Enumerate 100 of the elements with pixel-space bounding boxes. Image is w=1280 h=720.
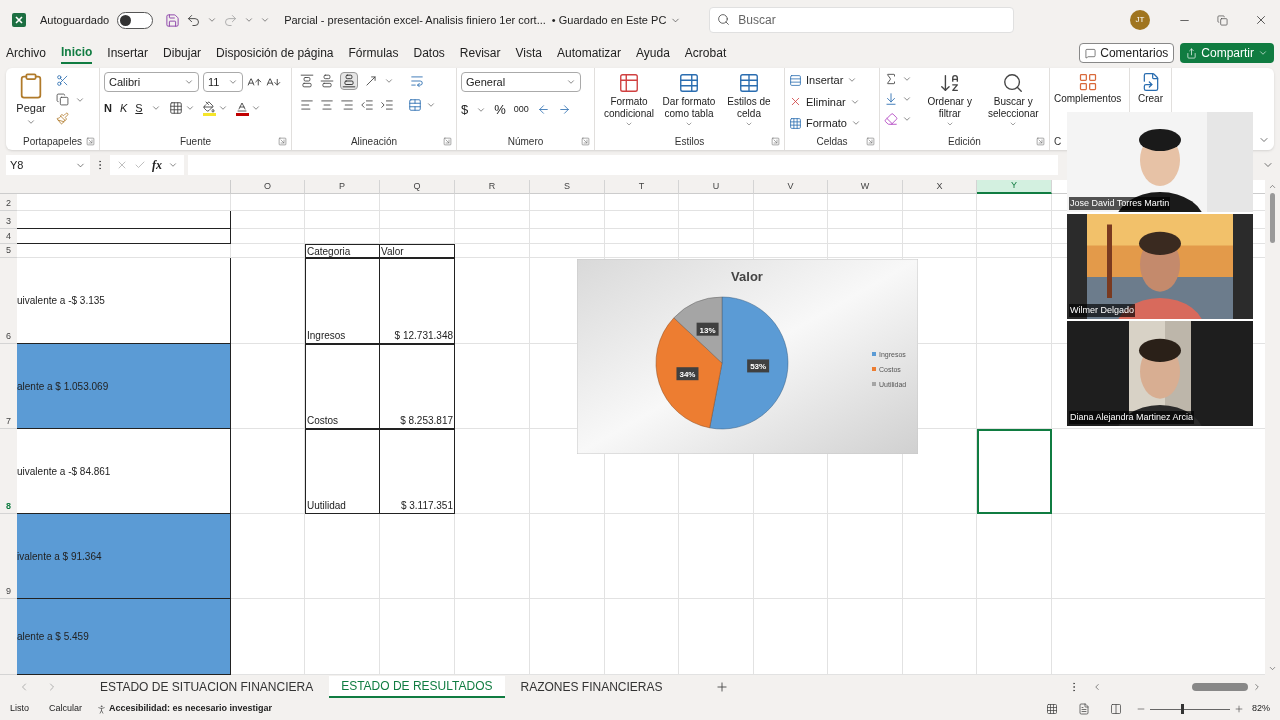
chevron-down-icon[interactable] — [745, 120, 753, 128]
copy-icon[interactable] — [56, 93, 69, 106]
calculate-button[interactable]: Calcular — [49, 702, 83, 716]
dialog-launcher-icon[interactable] — [278, 136, 287, 146]
insert-function-button[interactable]: fx — [152, 156, 162, 174]
dialog-launcher-icon[interactable] — [1036, 136, 1045, 146]
row-header[interactable]: 8 — [0, 429, 17, 514]
percent-button[interactable]: % — [494, 100, 506, 120]
merge-icon[interactable] — [408, 98, 422, 112]
column-header[interactable]: S — [530, 180, 605, 194]
column-header[interactable]: W — [828, 180, 903, 194]
top-align-icon[interactable] — [300, 74, 314, 88]
align-left-icon[interactable] — [300, 98, 314, 112]
search-icon[interactable] — [1002, 72, 1025, 94]
dialog-launcher-icon[interactable] — [443, 136, 452, 146]
add-ins-button[interactable]: Complementos — [1054, 72, 1122, 105]
chevron-down-icon[interactable] — [384, 76, 394, 86]
undo-icon[interactable] — [186, 12, 202, 28]
menu-tab[interactable]: Disposición de página — [216, 42, 334, 64]
font-size-dropdown[interactable]: 11 — [203, 72, 243, 92]
menu-tab[interactable]: Archivo — [6, 42, 46, 64]
share-icon[interactable] — [1186, 47, 1198, 59]
redo-icon[interactable] — [223, 12, 239, 28]
chevron-down-icon[interactable] — [625, 120, 633, 128]
row-header[interactable]: 6 — [0, 258, 17, 344]
name-box[interactable]: Y8 — [6, 155, 90, 175]
table-icon[interactable] — [618, 72, 640, 94]
middle-align-icon[interactable] — [320, 74, 334, 88]
row-header[interactable]: 7 — [0, 344, 17, 429]
row-header[interactable]: 4 — [0, 229, 17, 244]
style-button[interactable]: Formato condicional — [599, 72, 659, 128]
dialog-launcher-icon[interactable] — [771, 136, 780, 146]
scroll-up-icon[interactable] — [1268, 182, 1277, 191]
chevron-down-icon[interactable] — [184, 77, 194, 87]
row-header[interactable]: 2 — [0, 194, 17, 211]
autosave-toggle[interactable] — [117, 11, 154, 29]
dialog-launcher-icon[interactable] — [581, 136, 590, 146]
menu-tab[interactable]: Revisar — [459, 42, 501, 64]
zoom-in-icon[interactable] — [1234, 704, 1244, 714]
align-right-icon[interactable] — [340, 98, 354, 112]
fill-color-icon[interactable] — [202, 100, 216, 116]
menu-tab[interactable]: Datos — [413, 42, 445, 64]
column-header[interactable]: Y — [977, 180, 1052, 194]
cells-menu-button[interactable]: Insertar — [789, 72, 861, 89]
editing-button[interactable]: Ordenar y filtrar — [918, 72, 982, 128]
restore-icon[interactable] — [1217, 14, 1228, 26]
menu-tab[interactable]: Acrobat — [684, 42, 727, 64]
close-icon[interactable] — [1254, 13, 1268, 27]
chevron-down-icon[interactable] — [945, 120, 954, 128]
chevron-down-icon[interactable] — [1009, 120, 1018, 128]
search-field[interactable]: Buscar — [709, 7, 1015, 33]
font-name-dropdown[interactable]: Calibri — [104, 72, 199, 92]
page-layout-icon[interactable] — [1078, 703, 1090, 715]
chevron-down-icon[interactable] — [244, 15, 255, 25]
underline-button[interactable]: S — [135, 100, 143, 117]
chevron-down-icon[interactable] — [207, 15, 218, 25]
menu-tab[interactable]: Ayuda — [636, 42, 670, 64]
cut-icon[interactable] — [56, 74, 69, 87]
grid-icon[interactable] — [1077, 72, 1098, 92]
font-color-icon[interactable] — [235, 100, 249, 116]
column-header[interactable]: X — [903, 180, 977, 194]
decrease-indent-icon[interactable] — [360, 98, 374, 112]
comments-button[interactable]: Comentarios — [1079, 43, 1175, 63]
chevron-down-icon[interactable] — [685, 120, 693, 128]
dialog-launcher-icon[interactable] — [866, 136, 875, 146]
style-button[interactable]: Dar formato como tabla — [659, 72, 719, 128]
dialog-launcher-icon[interactable] — [86, 136, 95, 146]
italic-button[interactable]: K — [119, 100, 128, 117]
sheet-tab[interactable]: ESTADO DE RESULTADOS — [329, 676, 505, 698]
chevron-down-icon[interactable] — [426, 100, 436, 110]
accessibility-icon[interactable] — [96, 703, 108, 715]
menu-tab[interactable]: Dibujar — [163, 42, 202, 64]
cells-menu-button[interactable]: Eliminar — [789, 93, 861, 110]
menu-tab[interactable]: Vista — [515, 42, 542, 64]
bottom-align-button[interactable] — [340, 72, 358, 90]
save-icon[interactable] — [165, 12, 181, 28]
sum-icon[interactable] — [884, 72, 898, 86]
fill-down-icon[interactable] — [884, 92, 898, 106]
grid-icon[interactable] — [789, 116, 802, 130]
accessibility-status[interactable]: Accesibilidad: es necesario investigar — [109, 702, 273, 716]
video-tile[interactable]: Wilmer Delgado — [1067, 214, 1253, 319]
chevron-down-icon[interactable] — [168, 160, 178, 170]
arrow-right-icon[interactable] — [557, 103, 571, 117]
column-header[interactable]: P — [305, 180, 380, 194]
column-header[interactable]: V — [754, 180, 828, 194]
table-icon[interactable] — [678, 72, 700, 94]
enter-icon[interactable] — [134, 159, 146, 171]
menu-tab[interactable]: Automatizar — [557, 42, 622, 64]
user-avatar[interactable]: JT — [1130, 10, 1150, 30]
wrap-text-icon[interactable] — [410, 74, 424, 88]
normal-view-icon[interactable] — [1046, 703, 1058, 715]
column-header[interactable]: T — [605, 180, 679, 194]
column-header[interactable]: U — [679, 180, 754, 194]
paste-button[interactable]: Pegar — [10, 72, 52, 127]
borders-icon[interactable] — [168, 101, 183, 116]
scroll-left-icon[interactable] — [1092, 682, 1102, 692]
chevron-down-icon[interactable] — [1258, 48, 1268, 58]
number-format-dropdown[interactable]: General — [461, 72, 581, 92]
column-header[interactable]: R — [455, 180, 530, 194]
format-painter-icon[interactable] — [56, 112, 69, 125]
